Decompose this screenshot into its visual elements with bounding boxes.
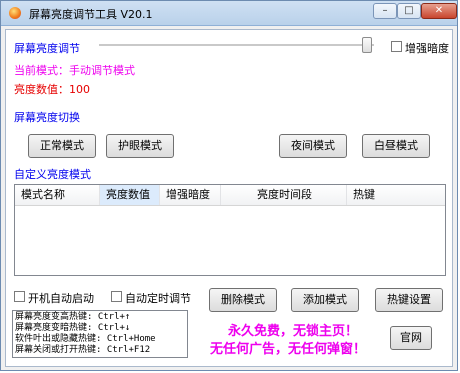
enhance-dark-label: 增强暗度 (405, 42, 449, 55)
hotkey-info-line: 屏幕亮度变暗热键: Ctrl+↓ (15, 323, 131, 333)
hotkey-info-line: 屏幕关闭或打开热键: Ctrl+F12 (15, 345, 151, 355)
custom-modes-label: 自定义亮度模式 (14, 168, 91, 181)
window-title: 屏幕亮度调节工具 V20.1 (29, 8, 153, 21)
auto-timer-checkbox[interactable] (111, 291, 122, 302)
delete-mode-button[interactable]: 删除模式 (209, 288, 277, 312)
custom-modes-table[interactable]: 模式名称 亮度数值 增强暗度 亮度时间段 热键 (14, 184, 446, 276)
column-header-brightness[interactable]: 亮度数值 (100, 185, 160, 205)
brightness-slider-thumb[interactable] (362, 37, 372, 53)
enhance-dark-checkbox[interactable] (391, 41, 402, 52)
mode-switch-label: 屏幕亮度切换 (14, 111, 80, 124)
column-header-time-range[interactable]: 亮度时间段 (221, 185, 347, 205)
column-header-hotkey[interactable]: 热键 (347, 185, 445, 205)
main-panel: 屏幕亮度调节 增强暗度 当前模式：手动调节模式 亮度数值：100 屏幕亮度切换 … (5, 29, 453, 367)
website-button[interactable]: 官网 (390, 326, 432, 350)
add-mode-button[interactable]: 添加模式 (291, 288, 359, 312)
title-bar[interactable]: 屏幕亮度调节工具 V20.1 – □ ✕ (1, 1, 457, 26)
auto-timer-label: 自动定时调节 (125, 292, 191, 305)
column-header-mode-name[interactable]: 模式名称 (15, 185, 100, 205)
hotkeys-info-box: 屏幕亮度变高热键: Ctrl+↑ 屏幕亮度变暗热键: Ctrl+↓ 软件叶出或隐… (12, 310, 188, 358)
hotkey-settings-button[interactable]: 热键设置 (375, 288, 443, 312)
brightness-label: 屏幕亮度调节 (14, 42, 80, 55)
maximize-button[interactable]: □ (397, 3, 421, 19)
day-mode-button[interactable]: 白昼模式 (362, 134, 430, 158)
promo-line-free: 永久免费，无锁主页！ (228, 324, 359, 339)
auto-start-label: 开机自动启动 (28, 292, 94, 305)
minimize-button[interactable]: – (373, 3, 397, 19)
column-header-enhance[interactable]: 增强暗度 (160, 185, 221, 205)
promo-line-no-ads: 无任何广告，无任何弹窗！ (210, 342, 367, 357)
hotkey-info-line: 屏幕亮度变高热键: Ctrl+↑ (15, 312, 131, 322)
night-mode-button[interactable]: 夜间模式 (279, 134, 347, 158)
auto-start-checkbox[interactable] (14, 291, 25, 302)
normal-mode-button[interactable]: 正常模式 (28, 134, 96, 158)
close-button[interactable]: ✕ (421, 3, 457, 19)
app-icon (9, 7, 21, 19)
hotkey-info-line: 软件叶出或隐藏热键: Ctrl+Home (15, 334, 156, 344)
table-header: 模式名称 亮度数值 增强暗度 亮度时间段 热键 (15, 185, 445, 206)
brightness-slider-track[interactable] (99, 44, 374, 47)
app-window: 屏幕亮度调节工具 V20.1 – □ ✕ 屏幕亮度调节 增强暗度 当前模式：手动… (0, 0, 458, 371)
eye-care-mode-button[interactable]: 护眼模式 (106, 134, 174, 158)
brightness-value-text: 亮度数值：100 (14, 83, 90, 96)
current-mode-text: 当前模式：手动调节模式 (14, 64, 135, 77)
